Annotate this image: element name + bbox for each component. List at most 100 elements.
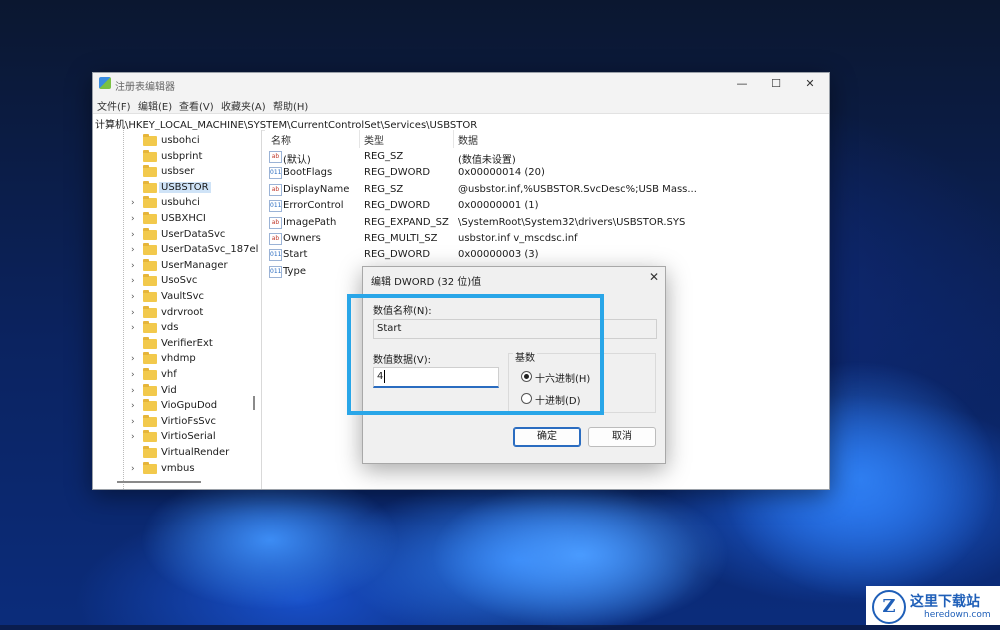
value-data: @usbstor.inf,%USBSTOR.SvcDesc%;USB Mass.… — [458, 183, 697, 195]
tree-item-label: usbser — [161, 166, 195, 178]
chevron-right-icon[interactable]: › — [131, 230, 139, 240]
tree-item-label: VirtualRender — [161, 447, 230, 458]
folder-icon — [143, 274, 157, 287]
value-row[interactable]: 011 BootFlags REG_DWORD 0x00000014 (20) — [265, 165, 829, 181]
menu-favorites[interactable]: 收藏夹(A) — [221, 98, 266, 113]
tree-item-label: usbohci — [161, 135, 200, 146]
folder-icon — [143, 180, 157, 193]
chevron-right-icon[interactable]: › — [131, 198, 139, 208]
chevron-right-icon[interactable]: › — [131, 323, 139, 333]
tree-item-label: vhdmp — [161, 353, 196, 365]
address-bar[interactable]: 计算机\HKEY_LOCAL_MACHINE\SYSTEM\CurrentCon… — [93, 113, 829, 131]
column-header-data[interactable]: 数据 — [458, 132, 478, 148]
tree-item-label: vhf — [161, 369, 177, 380]
folder-icon — [143, 290, 157, 302]
menu-help[interactable]: 帮助(H) — [273, 98, 308, 113]
chevron-right-icon[interactable]: › — [131, 370, 139, 380]
column-separator[interactable] — [359, 130, 360, 148]
tree-item-label: UserDataSvc_187el — [161, 244, 259, 256]
binary-value-icon: 011 — [269, 200, 282, 213]
cancel-button[interactable]: 取消 — [588, 427, 656, 447]
folder-icon — [143, 336, 157, 349]
chevron-right-icon[interactable]: › — [131, 354, 139, 364]
value-data: 0x00000003 (3) — [458, 249, 539, 261]
title-bar[interactable]: 注册表编辑器 — ☐ ✕ — [93, 73, 829, 95]
value-name: DisplayName — [283, 183, 350, 195]
value-row[interactable]: 011 ErrorControl REG_DWORD 0x00000001 (1) — [265, 198, 829, 214]
tree-item-label: Vid — [161, 384, 177, 396]
value-name: ImagePath — [283, 216, 337, 228]
chevron-right-icon[interactable]: › — [131, 261, 139, 271]
chevron-right-icon[interactable]: › — [131, 292, 139, 302]
tree-vertical-scrollbar[interactable] — [253, 396, 255, 410]
registry-editor-icon — [99, 77, 111, 89]
chevron-right-icon[interactable]: › — [131, 276, 139, 286]
tree-item-label: USBXHCI — [161, 213, 206, 224]
chevron-right-icon[interactable]: › — [131, 401, 139, 411]
minimize-button[interactable]: — — [727, 75, 757, 93]
value-name: ErrorControl — [283, 200, 344, 212]
string-value-icon: ab — [269, 216, 282, 229]
tree-item-label: vdrvroot — [161, 306, 204, 318]
value-data: usbstor.inf v_mscdsc.inf — [458, 233, 578, 244]
folder-icon — [143, 212, 157, 224]
folder-icon — [143, 368, 157, 380]
folder-icon — [143, 383, 157, 396]
value-type: REG_SZ — [364, 183, 404, 195]
menu-edit[interactable]: 编辑(E) — [138, 98, 172, 113]
chevron-right-icon[interactable]: › — [131, 417, 139, 427]
value-type: REG_DWORD — [364, 167, 431, 179]
folder-icon — [143, 305, 157, 318]
value-data: 0x00000001 (1) — [458, 200, 539, 212]
address-path: 计算机\HKEY_LOCAL_MACHINE\SYSTEM\CurrentCon… — [95, 120, 478, 131]
value-type: REG_DWORD — [364, 249, 431, 261]
value-row[interactable]: ab (默认) REG_SZ (数值未设置) — [265, 149, 829, 166]
close-button[interactable]: ✕ — [795, 75, 825, 93]
binary-value-icon: 011 — [269, 167, 282, 180]
tree-horizontal-scrollbar[interactable] — [117, 481, 201, 483]
value-row[interactable]: ab DisplayName REG_SZ @usbstor.inf,%USBSTOR… — [265, 182, 829, 198]
chevron-right-icon[interactable]: › — [131, 432, 139, 442]
value-type: REG_EXPAND_SZ — [364, 216, 449, 228]
chevron-right-icon[interactable]: › — [131, 308, 139, 318]
folder-icon — [143, 165, 157, 178]
tree-item-label: VerifierExt — [161, 337, 213, 349]
value-row[interactable]: ab Owners REG_MULTI_SZ usbstor.inf v_mscdsc… — [265, 231, 829, 247]
maximize-button[interactable]: ☐ — [761, 75, 791, 93]
folder-icon — [143, 243, 157, 256]
chevron-right-icon[interactable]: › — [131, 245, 139, 255]
chevron-right-icon[interactable]: › — [131, 214, 139, 224]
folder-icon — [143, 446, 157, 458]
chevron-right-icon[interactable]: › — [131, 464, 139, 474]
value-data: (数值未设置) — [458, 155, 516, 166]
tree-item-label: vmbus — [161, 462, 195, 474]
chevron-right-icon[interactable]: › — [131, 386, 139, 396]
folder-icon — [143, 134, 157, 146]
key-tree: usbohci usbprint usbser USBSTOR › usbuhci › USB… — [93, 130, 262, 489]
ok-button[interactable]: 确定 — [513, 427, 581, 447]
value-data: 0x00000014 (20) — [458, 167, 545, 179]
column-separator[interactable] — [453, 130, 454, 148]
value-row[interactable]: 011 Start REG_DWORD 0x00000003 (3) — [265, 247, 829, 263]
watermark-url: heredown.com — [924, 610, 991, 620]
value-type: REG_SZ — [364, 151, 404, 162]
tree-item-label: VaultSvc — [161, 291, 204, 302]
column-header-name[interactable]: 名称 — [271, 132, 291, 148]
menu-view[interactable]: 查看(V) — [179, 98, 214, 113]
value-data: \SystemRoot\System32\drivers\USBSTOR.SYS — [458, 216, 686, 228]
value-row[interactable]: ab ImagePath REG_EXPAND_SZ \SystemRoot\Syst… — [265, 215, 829, 231]
tree-item-label: UserDataSvc — [161, 228, 226, 240]
value-name: BootFlags — [283, 167, 333, 179]
annotation-highlight-box — [347, 294, 604, 415]
column-header-type[interactable]: 类型 — [364, 132, 384, 148]
dialog-close-icon[interactable]: ✕ — [649, 270, 659, 284]
binary-value-icon: 011 — [269, 249, 282, 262]
folder-icon — [143, 227, 157, 240]
menu-file[interactable]: 文件(F) — [97, 98, 131, 113]
menu-bar: 文件(F) 编辑(E) 查看(V) 收藏夹(A) 帮助(H) — [93, 95, 829, 113]
folder-icon — [143, 461, 157, 474]
folder-icon — [143, 258, 157, 271]
tree-item-label: USBSTOR — [159, 181, 211, 193]
value-type: REG_MULTI_SZ — [364, 233, 438, 244]
tree-item-label: VirtioSerial — [161, 431, 216, 443]
